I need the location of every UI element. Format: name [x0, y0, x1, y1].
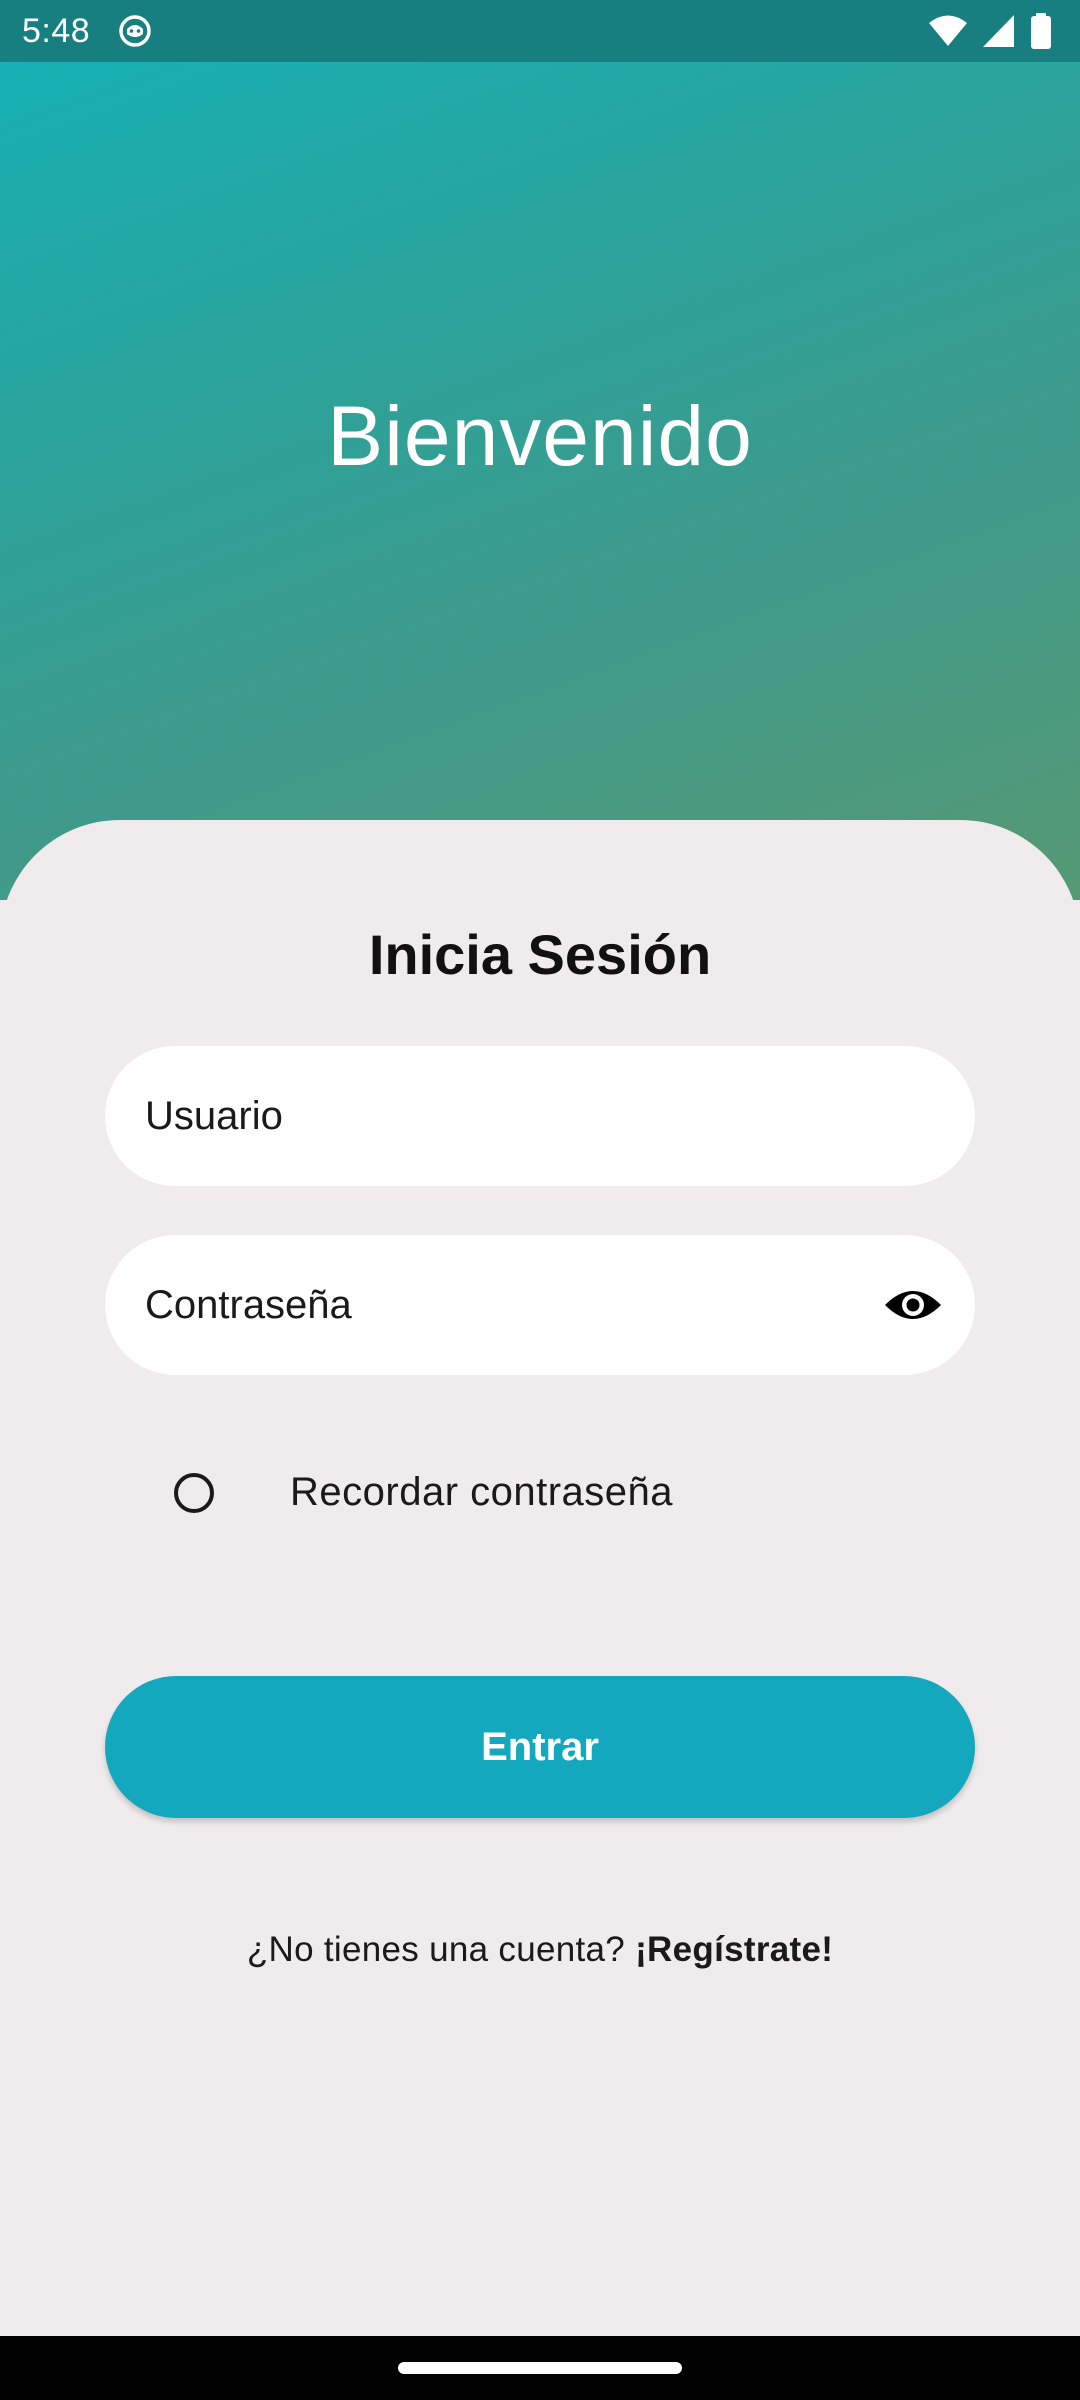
password-field[interactable]	[105, 1235, 975, 1375]
login-button[interactable]: Entrar	[105, 1676, 975, 1818]
username-field[interactable]	[105, 1046, 975, 1186]
password-input[interactable]	[145, 1235, 845, 1375]
remember-password-label: Recordar contraseña	[290, 1470, 674, 1514]
signup-prompt: ¿No tienes una cuenta?	[246, 1930, 626, 1969]
welcome-title: Bienvenido	[327, 389, 753, 483]
home-gesture-handle[interactable]	[398, 2362, 682, 2374]
remember-password-row[interactable]: Recordar contraseña	[174, 1470, 673, 1515]
app-notification-icon	[118, 14, 152, 48]
wifi-icon	[928, 14, 968, 53]
status-bar: 5:48	[0, 0, 1080, 62]
signup-link[interactable]: ¡Regístrate!	[635, 1930, 833, 1969]
navigation-bar	[0, 2336, 1080, 2400]
battery-icon	[1030, 13, 1052, 54]
login-title: Inicia Sesión	[368, 923, 712, 986]
remember-password-radio[interactable]	[174, 1472, 214, 1513]
eye-icon[interactable]	[881, 1273, 945, 1337]
status-time: 5:48	[22, 12, 91, 50]
signup-row: ¿No tienes una cuenta? ¡Regístrate!	[0, 1930, 1080, 1970]
cellular-signal-icon	[982, 14, 1016, 53]
username-input[interactable]	[145, 1046, 845, 1186]
